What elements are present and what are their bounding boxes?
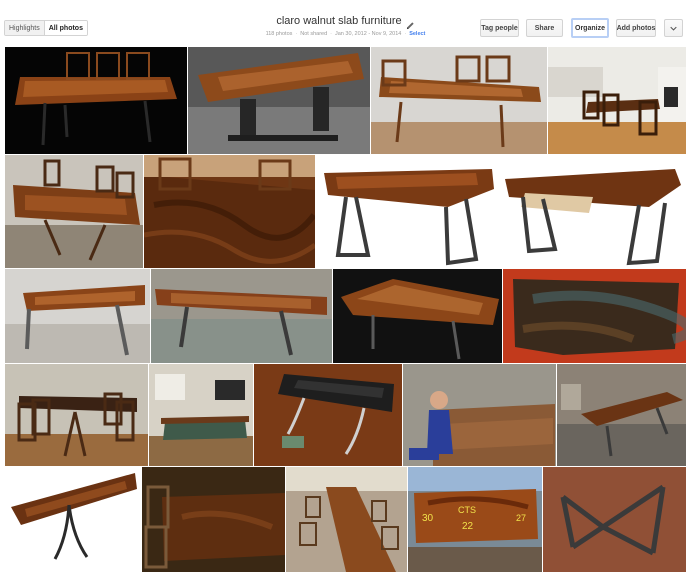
photo-tile[interactable] [503, 269, 686, 363]
photo-tile[interactable] [151, 269, 332, 363]
svg-text:CTS: CTS [458, 505, 476, 515]
separator-dot: · [330, 31, 332, 37]
photo-walnut-desk-steel [316, 155, 498, 268]
photo-dining-room [548, 47, 686, 154]
photo-man-inspecting-slab [403, 364, 556, 466]
photo-pool-table-room [149, 364, 253, 466]
photo-tile[interactable] [371, 47, 547, 154]
photo-tile[interactable] [142, 467, 285, 572]
photo-slab-table-black [5, 47, 187, 154]
svg-text:27: 27 [516, 513, 526, 523]
photo-tile[interactable]: 30 CTS 22 27 [408, 467, 542, 572]
svg-text:30: 30 [422, 513, 434, 524]
sharing-status: Not shared [300, 31, 328, 37]
photo-walnut-grain-closeup [144, 155, 315, 268]
photo-tile[interactable] [5, 269, 150, 363]
share-button[interactable]: Share [526, 19, 563, 37]
photo-live-edge-steel [5, 467, 141, 572]
photo-slab-warehouse [151, 269, 332, 363]
svg-text:22: 22 [462, 521, 474, 532]
photo-tile[interactable] [254, 364, 402, 466]
photo-slab-chairs-top [5, 155, 143, 268]
add-photos-button[interactable]: Add photos [616, 19, 656, 37]
photo-marked-slab: 30 CTS 22 27 [408, 467, 542, 572]
photo-tile[interactable] [144, 155, 315, 268]
photo-tile[interactable] [333, 269, 502, 363]
photo-count: 118 photos [265, 31, 293, 37]
photo-tile[interactable] [403, 364, 556, 466]
select-link[interactable]: Select [409, 31, 425, 37]
photo-slab-dark-bg [333, 269, 502, 363]
photo-tile[interactable] [5, 364, 148, 466]
photo-tile[interactable] [557, 364, 686, 466]
photo-tile[interactable] [5, 47, 187, 154]
photo-long-table-chairs [286, 467, 407, 572]
chevron-down-icon [670, 24, 677, 33]
organize-button[interactable]: Organize [571, 18, 609, 38]
date-range: Jan 30, 2012 - Nov 9, 2014 [334, 31, 402, 37]
album-page: Highlights All photos claro walnut slab … [0, 0, 691, 572]
photo-dining-room-2 [5, 364, 148, 466]
photo-tile[interactable] [188, 47, 370, 154]
photo-slab-gallery [5, 269, 150, 363]
pencil-icon[interactable] [406, 17, 415, 29]
separator-dot: · [295, 31, 298, 37]
photo-tile[interactable] [149, 364, 253, 466]
album-title[interactable]: claro walnut slab furniture [276, 15, 401, 27]
separator-dot: · [404, 31, 407, 37]
photo-x-base-frame [543, 467, 686, 572]
photo-raw-slab-red [503, 269, 686, 363]
photo-tile[interactable] [5, 155, 143, 268]
more-options-button[interactable] [664, 19, 683, 37]
photo-tile[interactable] [548, 47, 686, 154]
photo-dark-slab-chrome [254, 364, 402, 466]
album-header: Highlights All photos claro walnut slab … [0, 0, 691, 46]
photo-tile[interactable] [286, 467, 407, 572]
photo-workshop-table [557, 364, 686, 466]
photo-slab-pedestal [188, 47, 370, 154]
photo-tile[interactable] [5, 467, 141, 572]
photo-tile[interactable] [316, 155, 498, 268]
tag-people-button[interactable]: Tag people [480, 19, 519, 37]
photo-tile[interactable] [543, 467, 686, 572]
photo-slab-dining-chairs [371, 47, 547, 154]
photo-walnut-desk-drawer [499, 155, 686, 268]
photo-tile[interactable] [499, 155, 686, 268]
photo-walnut-table-chairs [142, 467, 285, 572]
